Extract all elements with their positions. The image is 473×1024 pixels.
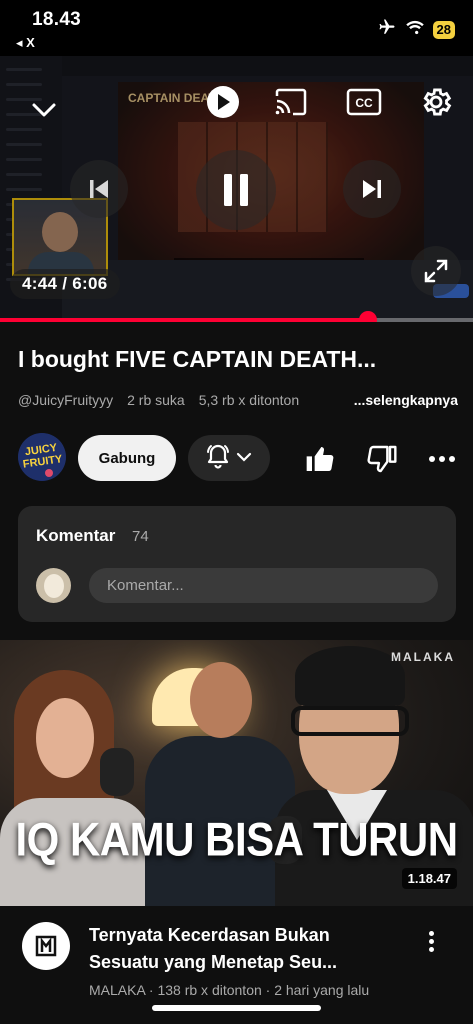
video-duration-badge: 1.18.47 [401, 868, 457, 889]
svg-text:CC: CC [355, 96, 373, 110]
more-vertical-icon[interactable] [418, 924, 444, 958]
battery-icon: 28 [432, 20, 455, 39]
progress-bar[interactable] [0, 311, 473, 322]
status-bar: 18.43 ◂ X 28 [0, 0, 473, 56]
next-video-title-line-2: Sesuatu yang Menetap Seu... [89, 952, 338, 972]
bell-icon [206, 443, 230, 474]
next-video-title-line-1: Ternyata Kecerdasan Bukan [89, 925, 330, 945]
gear-icon[interactable] [416, 82, 456, 122]
next-video-channel-avatar[interactable] [22, 922, 70, 970]
home-indicator[interactable] [152, 1005, 321, 1011]
wifi-icon [405, 19, 425, 40]
thumbnail-headline: IQ KAMU BISA TURUN [15, 813, 458, 866]
show-more-link[interactable]: ...selengkapnya [349, 392, 458, 408]
view-count: 5,3 rb x ditonton [198, 392, 300, 408]
video-title[interactable]: I bought FIVE CAPTAIN DEATH... [18, 346, 458, 373]
status-icons: 28 [377, 18, 455, 41]
next-video-meta: MALAKA · 138 rb x ditonton · 2 hari yang… [89, 982, 370, 998]
pause-icon[interactable] [196, 150, 276, 230]
next-video-thumbnail[interactable]: MALAKA IQ KAMU BISA TURUN 1.18.47 [0, 640, 473, 906]
dislike-icon[interactable] [360, 437, 404, 481]
microphone-icon [100, 748, 134, 796]
comment-input[interactable]: Komentar... [89, 568, 438, 603]
captions-icon[interactable]: CC [344, 86, 384, 118]
next-video-title[interactable]: Ternyata Kecerdasan Bukan Sesuatu yang M… [89, 922, 407, 976]
play-icon[interactable] [207, 86, 239, 118]
more-icon[interactable] [420, 437, 464, 481]
channel-avatar[interactable]: JUICY FRUITY [18, 433, 66, 481]
thumbnail-person-left [0, 670, 160, 906]
progress-scrubber-handle[interactable] [358, 311, 377, 322]
next-icon[interactable] [343, 160, 401, 218]
channel-handle[interactable]: @JuicyFruityyy [18, 392, 113, 408]
playback-time: 4:44 / 6:06 [10, 269, 120, 299]
cast-icon[interactable] [271, 84, 311, 120]
previous-icon[interactable] [70, 160, 128, 218]
progress-bar-fill [0, 318, 368, 322]
comments-card[interactable]: Komentar 74 Komentar... [18, 506, 456, 622]
join-button[interactable]: Gabung [78, 435, 176, 481]
malaka-logo-icon [35, 935, 57, 957]
chevron-down-icon [236, 449, 252, 467]
airplane-icon [377, 18, 397, 41]
user-avatar [36, 568, 71, 603]
like-count: 2 rb suka [127, 392, 185, 408]
video-meta[interactable]: @JuicyFruityyy 2 rb suka 5,3 rb x ditont… [18, 392, 458, 408]
back-to-app-link[interactable]: ◂ X [16, 35, 35, 51]
notifications-button[interactable] [188, 435, 270, 481]
chevron-down-icon[interactable] [24, 92, 64, 128]
video-player[interactable]: CAPTAIN DEATH CC 4:44 / 6:06 [0, 56, 473, 322]
comments-heading: Komentar [36, 526, 116, 545]
status-time: 18.43 [32, 9, 82, 30]
fullscreen-icon[interactable] [411, 246, 461, 296]
thumbnail-brand: MALAKA [391, 650, 455, 664]
comments-count: 74 [132, 528, 149, 545]
like-icon[interactable] [298, 437, 342, 481]
